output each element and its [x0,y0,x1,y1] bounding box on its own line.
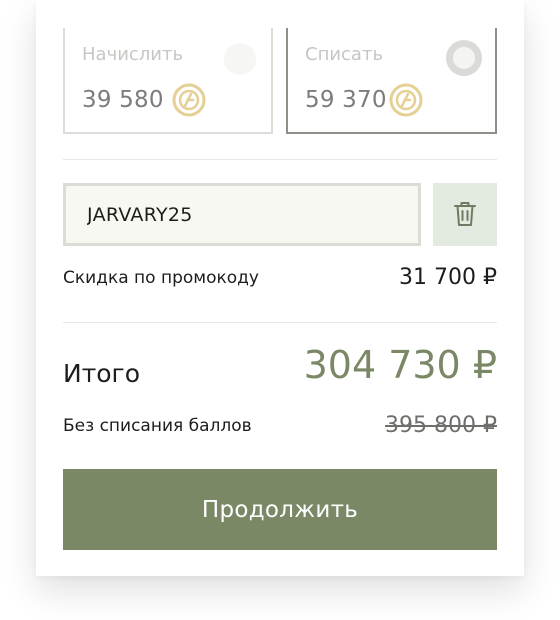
spend-radio-button-selected[interactable] [446,40,482,76]
promo-code-input[interactable] [63,183,421,246]
order-summary-card: Начислить 39 580 Списать 59 370 Скид [36,0,524,576]
spend-points-option[interactable]: Списать 59 370 [286,28,497,134]
spend-points-amount: 59 370 [305,87,387,113]
divider [63,159,497,160]
continue-button[interactable]: Продолжить [63,469,497,550]
bonus-coin-icon [172,83,206,117]
total-label: Итого [63,359,140,388]
trash-icon [454,202,476,226]
accrue-points-amount: 39 580 [82,87,164,113]
spend-points-label: Списать [305,44,384,65]
divider [63,322,497,323]
delete-promo-button[interactable] [433,183,497,246]
without-points-value: 395 800 ₽ [385,413,497,438]
accrue-points-option[interactable]: Начислить 39 580 [63,28,273,134]
bonus-coin-icon [389,83,423,117]
accrue-radio-button[interactable] [224,43,256,75]
promo-discount-label: Скидка по промокоду [63,268,259,288]
accrue-points-label: Начислить [82,44,184,65]
total-value: 304 730 ₽ [303,343,497,387]
promo-discount-value: 31 700 ₽ [399,265,497,290]
without-points-label: Без списания баллов [63,416,252,436]
